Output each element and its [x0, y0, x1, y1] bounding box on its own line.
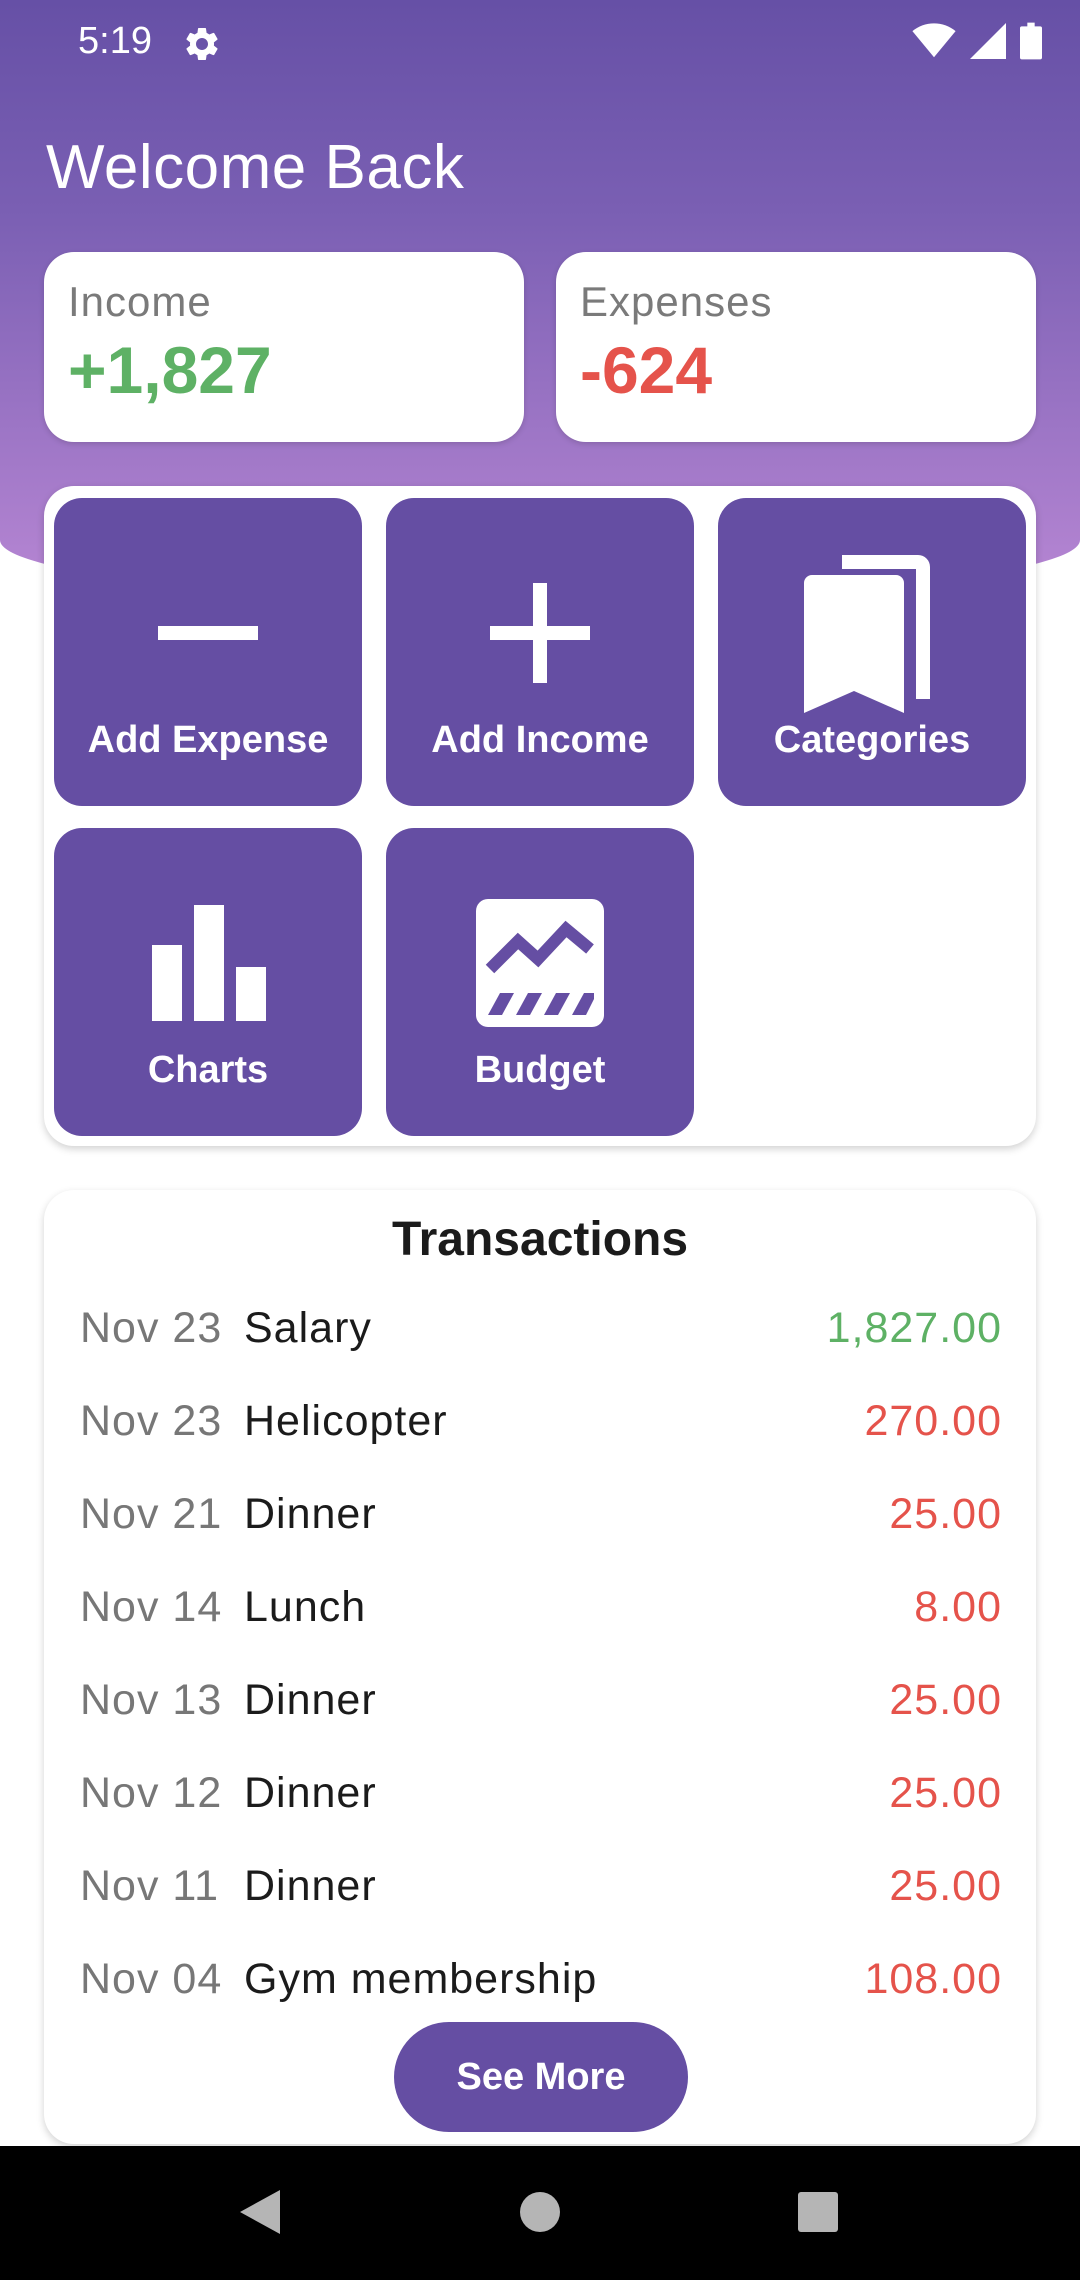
transaction-amount: 25.00 [889, 1769, 1002, 1817]
see-more-button[interactable]: See More [394, 2022, 688, 2132]
add-expense-label: Add Expense [87, 719, 329, 761]
transaction-row[interactable]: Nov 21 Dinner 25.00 [80, 1468, 1002, 1561]
transactions-list: Nov 23 Salary 1,827.00 Nov 23 Helicopter 270.… [80, 1282, 1002, 2026]
actions-panel: Add Expense Add Income Categories Charts [44, 486, 1036, 1146]
transaction-name: Lunch [244, 1583, 367, 1631]
charts-button[interactable]: Charts [54, 828, 362, 1136]
transactions-card: Transactions Nov 23 Salary 1,827.00 Nov 23 H… [44, 1190, 1036, 2144]
status-time: 5:19 [78, 20, 152, 62]
expenses-summary-card: Expenses -624 [556, 252, 1036, 442]
budget-label: Budget [474, 1049, 606, 1091]
categories-label: Categories [773, 719, 971, 761]
expenses-value: -624 [580, 333, 713, 407]
income-summary-card: Income +1,827 [44, 252, 524, 442]
transaction-amount: 8.00 [914, 1583, 1002, 1631]
transaction-row[interactable]: Nov 14 Lunch 8.00 [80, 1561, 1002, 1654]
status-bar: 5:19 [0, 0, 1080, 86]
transaction-name: Dinner [244, 1676, 377, 1724]
transaction-name: Dinner [244, 1862, 377, 1910]
expenses-label: Expenses [580, 278, 773, 325]
add-expense-button[interactable]: Add Expense [54, 498, 362, 806]
settings-gear-icon [186, 27, 218, 60]
plus-icon [386, 558, 694, 708]
charts-label: Charts [147, 1049, 269, 1091]
back-icon[interactable] [236, 2186, 284, 2238]
transaction-date: Nov 12 [80, 1769, 223, 1817]
transaction-amount: 1,827.00 [826, 1304, 1002, 1352]
transaction-amount: 270.00 [864, 1397, 1002, 1445]
status-icons [912, 22, 1042, 60]
cell-signal-icon [970, 23, 1006, 59]
transactions-title: Transactions [391, 1213, 689, 1266]
home-icon[interactable] [518, 2186, 562, 2238]
bookmarks-icon [718, 555, 1026, 713]
add-income-button[interactable]: Add Income [386, 498, 694, 806]
income-label: Income [68, 278, 212, 325]
transaction-date: Nov 04 [80, 1955, 223, 2003]
transaction-row[interactable]: Nov 04 Gym membership 108.00 [80, 1933, 1002, 2026]
transaction-amount: 25.00 [889, 1490, 1002, 1538]
transaction-name: Salary [244, 1304, 372, 1352]
battery-icon [1020, 22, 1042, 60]
transaction-name: Dinner [244, 1490, 377, 1538]
transaction-row[interactable]: Nov 11 Dinner 25.00 [80, 1840, 1002, 1933]
transaction-date: Nov 23 [80, 1397, 223, 1445]
recents-icon[interactable] [796, 2186, 840, 2238]
transaction-amount: 25.00 [889, 1862, 1002, 1910]
income-value: +1,827 [68, 333, 272, 407]
transaction-date: Nov 23 [80, 1304, 223, 1352]
transaction-name: Helicopter [244, 1397, 448, 1445]
categories-button[interactable]: Categories [718, 498, 1026, 806]
minus-icon [54, 558, 362, 708]
transaction-amount: 25.00 [889, 1676, 1002, 1724]
transaction-name: Gym membership [244, 1955, 598, 2003]
transaction-date: Nov 14 [80, 1583, 223, 1631]
navigation-bar [0, 2146, 1080, 2280]
transaction-name: Dinner [244, 1769, 377, 1817]
wifi-icon [912, 23, 956, 58]
transaction-amount: 108.00 [864, 1955, 1002, 2003]
budget-button[interactable]: Budget [386, 828, 694, 1136]
transaction-row[interactable]: Nov 23 Salary 1,827.00 [80, 1282, 1002, 1375]
trending-chart-icon [386, 888, 694, 1038]
transaction-date: Nov 21 [80, 1490, 223, 1538]
transaction-row[interactable]: Nov 13 Dinner 25.00 [80, 1654, 1002, 1747]
add-income-label: Add Income [431, 719, 649, 761]
transaction-row[interactable]: Nov 23 Helicopter 270.00 [80, 1375, 1002, 1468]
page-title: Welcome Back [46, 133, 465, 202]
transaction-row[interactable]: Nov 12 Dinner 25.00 [80, 1747, 1002, 1840]
transaction-date: Nov 11 [80, 1862, 220, 1910]
bar-chart-icon [54, 888, 362, 1038]
transaction-date: Nov 13 [80, 1676, 223, 1724]
